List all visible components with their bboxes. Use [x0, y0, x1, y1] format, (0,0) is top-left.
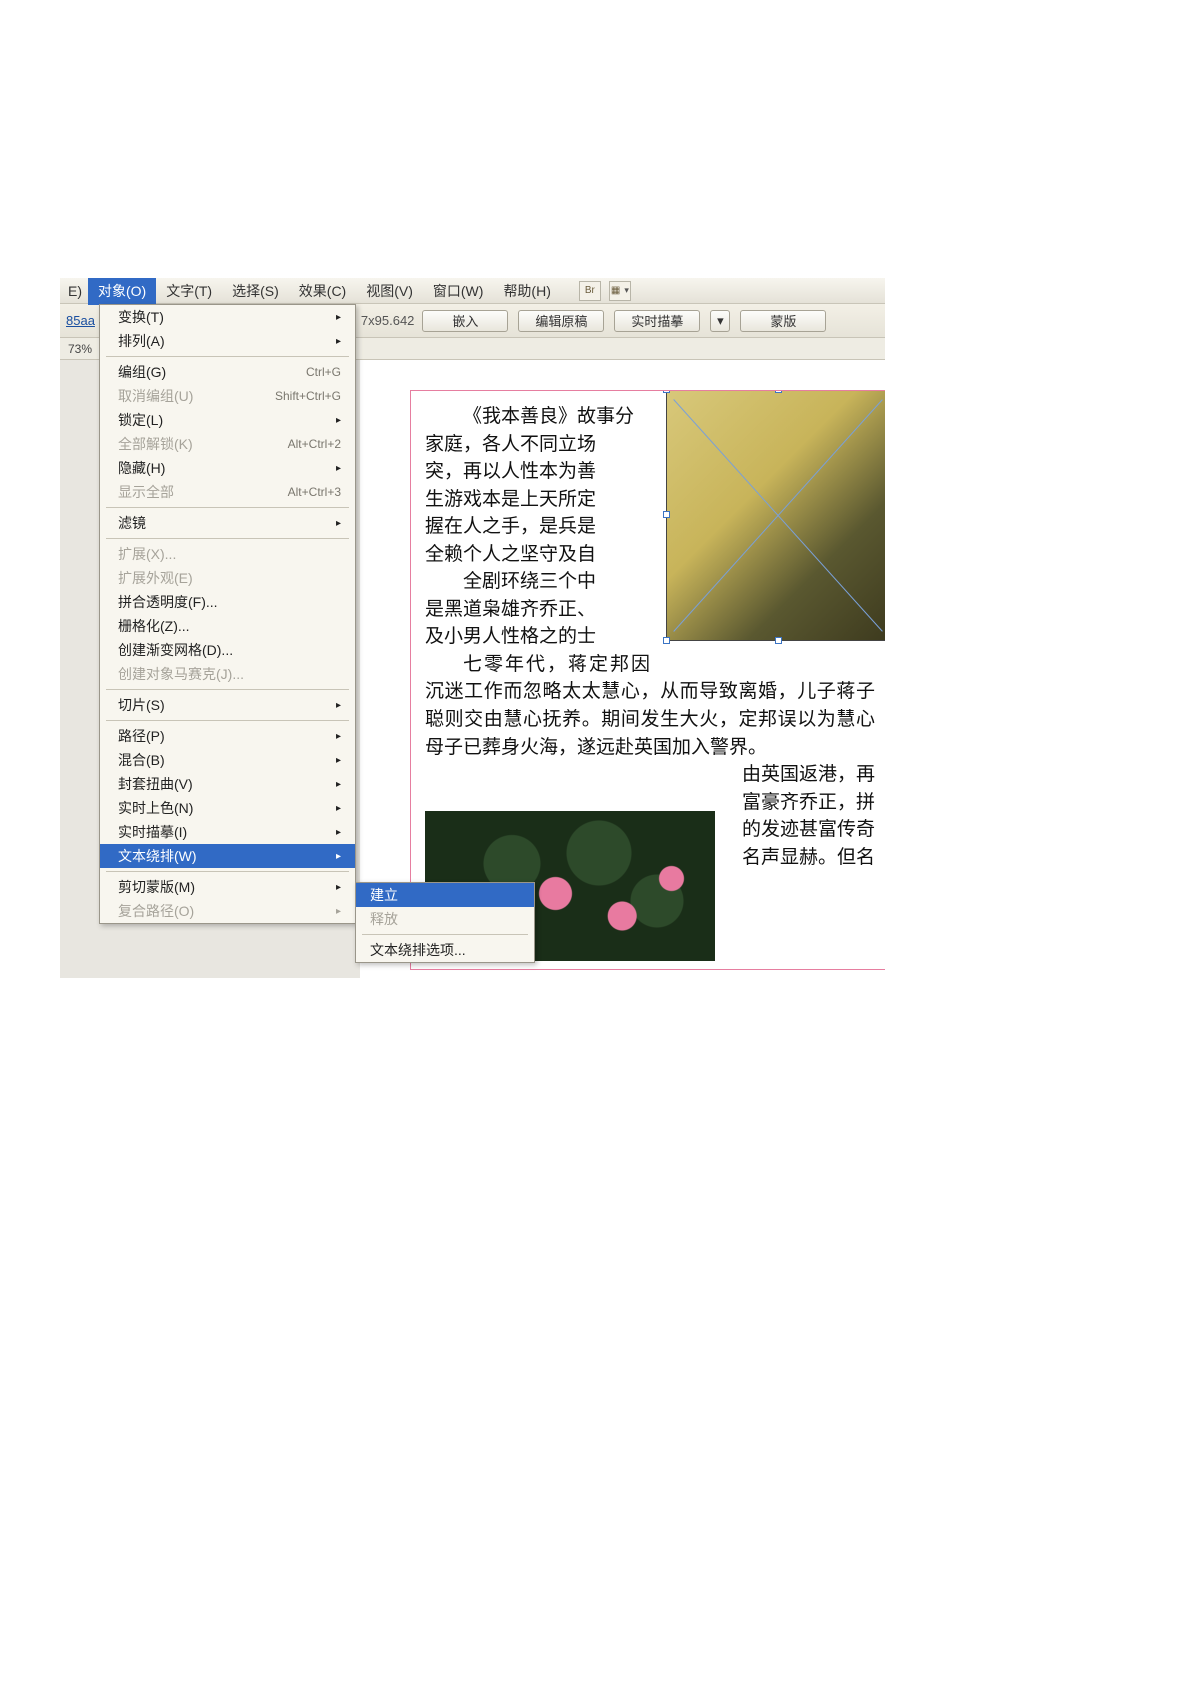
selection-handle[interactable] [663, 511, 670, 518]
menu-expand-appearance: 扩展外观(E) [100, 566, 355, 590]
menu-unlock-all: 全部解锁(K)Alt+Ctrl+2 [100, 432, 355, 456]
menubar: E) 对象(O) 文字(T) 选择(S) 效果(C) 视图(V) 窗口(W) 帮… [60, 278, 885, 304]
selection-handle[interactable] [775, 637, 782, 644]
layout-switcher-icon[interactable]: ▦ [609, 281, 631, 301]
body-text: 七零年代，蒋定邦因沉迷工作而忽略太太慧心，从而导致离婚，儿子蒋子聪则交由慧心抚养… [425, 651, 875, 761]
menu-rasterize[interactable]: 栅格化(Z)... [100, 614, 355, 638]
object-menu-dropdown: 变换(T)▸ 排列(A)▸ 编组(G)Ctrl+G 取消编组(U)Shift+C… [99, 304, 356, 924]
placed-image-selected[interactable] [666, 390, 885, 641]
menu-compound-path: 复合路径(O)▸ [100, 899, 355, 923]
menu-separator [106, 689, 349, 690]
submenu-text-wrap-options[interactable]: 文本绕排选项... [356, 938, 534, 962]
selection-handle[interactable] [775, 390, 782, 393]
menu-object[interactable]: 对象(O) [88, 278, 156, 305]
live-trace-button[interactable]: 实时描摹 [614, 310, 700, 332]
selection-handle[interactable] [663, 390, 670, 393]
menu-separator [106, 720, 349, 721]
menu-hide[interactable]: 隐藏(H)▸ [100, 456, 355, 480]
zoom-level: 73% [68, 342, 92, 356]
dimensions-readout: 7x95.642 [361, 313, 415, 328]
menu-separator [106, 538, 349, 539]
app-window: E) 对象(O) 文字(T) 选择(S) 效果(C) 视图(V) 窗口(W) 帮… [60, 278, 885, 978]
menu-envelope-distort[interactable]: 封套扭曲(V)▸ [100, 772, 355, 796]
menu-arrange[interactable]: 排列(A)▸ [100, 329, 355, 353]
menu-live-trace[interactable]: 实时描摹(I)▸ [100, 820, 355, 844]
menu-separator [106, 356, 349, 357]
embed-button[interactable]: 嵌入 [422, 310, 508, 332]
menu-flatten-transparency[interactable]: 拼合透明度(F)... [100, 590, 355, 614]
menu-window[interactable]: 窗口(W) [423, 278, 494, 305]
submenu-make[interactable]: 建立 [356, 883, 534, 907]
menu-separator [106, 871, 349, 872]
menu-clipping-mask[interactable]: 剪切蒙版(M)▸ [100, 875, 355, 899]
menu-fragment: E) [64, 279, 88, 303]
menu-help[interactable]: 帮助(H) [493, 278, 560, 305]
menu-effect[interactable]: 效果(C) [289, 278, 356, 305]
menu-ungroup: 取消编组(U)Shift+Ctrl+G [100, 384, 355, 408]
menu-transform[interactable]: 变换(T)▸ [100, 305, 355, 329]
document-tab[interactable]: 85aa [60, 313, 101, 328]
menu-create-object-mosaic: 创建对象马赛克(J)... [100, 662, 355, 686]
menu-select[interactable]: 选择(S) [222, 278, 289, 305]
submenu-release: 释放 [356, 907, 534, 931]
text-wrap-submenu: 建立 释放 文本绕排选项... [355, 882, 535, 963]
menu-view[interactable]: 视图(V) [356, 278, 423, 305]
menu-slice[interactable]: 切片(S)▸ [100, 693, 355, 717]
menu-blend[interactable]: 混合(B)▸ [100, 748, 355, 772]
menu-create-gradient-mesh[interactable]: 创建渐变网格(D)... [100, 638, 355, 662]
menu-expand: 扩展(X)... [100, 542, 355, 566]
menu-path[interactable]: 路径(P)▸ [100, 724, 355, 748]
menu-separator [106, 507, 349, 508]
live-trace-dropdown-button[interactable]: ▾ [710, 310, 730, 332]
menu-live-paint[interactable]: 实时上色(N)▸ [100, 796, 355, 820]
selection-handle[interactable] [663, 637, 670, 644]
menu-show-all: 显示全部Alt+Ctrl+3 [100, 480, 355, 504]
menu-type[interactable]: 文字(T) [156, 278, 222, 305]
menu-filter[interactable]: 滤镜▸ [100, 511, 355, 535]
submenu-separator [362, 934, 528, 935]
menu-text-wrap[interactable]: 文本绕排(W)▸ [100, 844, 355, 868]
menu-group[interactable]: 编组(G)Ctrl+G [100, 360, 355, 384]
menu-lock[interactable]: 锁定(L)▸ [100, 408, 355, 432]
edit-original-button[interactable]: 编辑原稿 [518, 310, 604, 332]
mask-button[interactable]: 蒙版 [740, 310, 826, 332]
bridge-icon[interactable]: Br [579, 281, 601, 301]
